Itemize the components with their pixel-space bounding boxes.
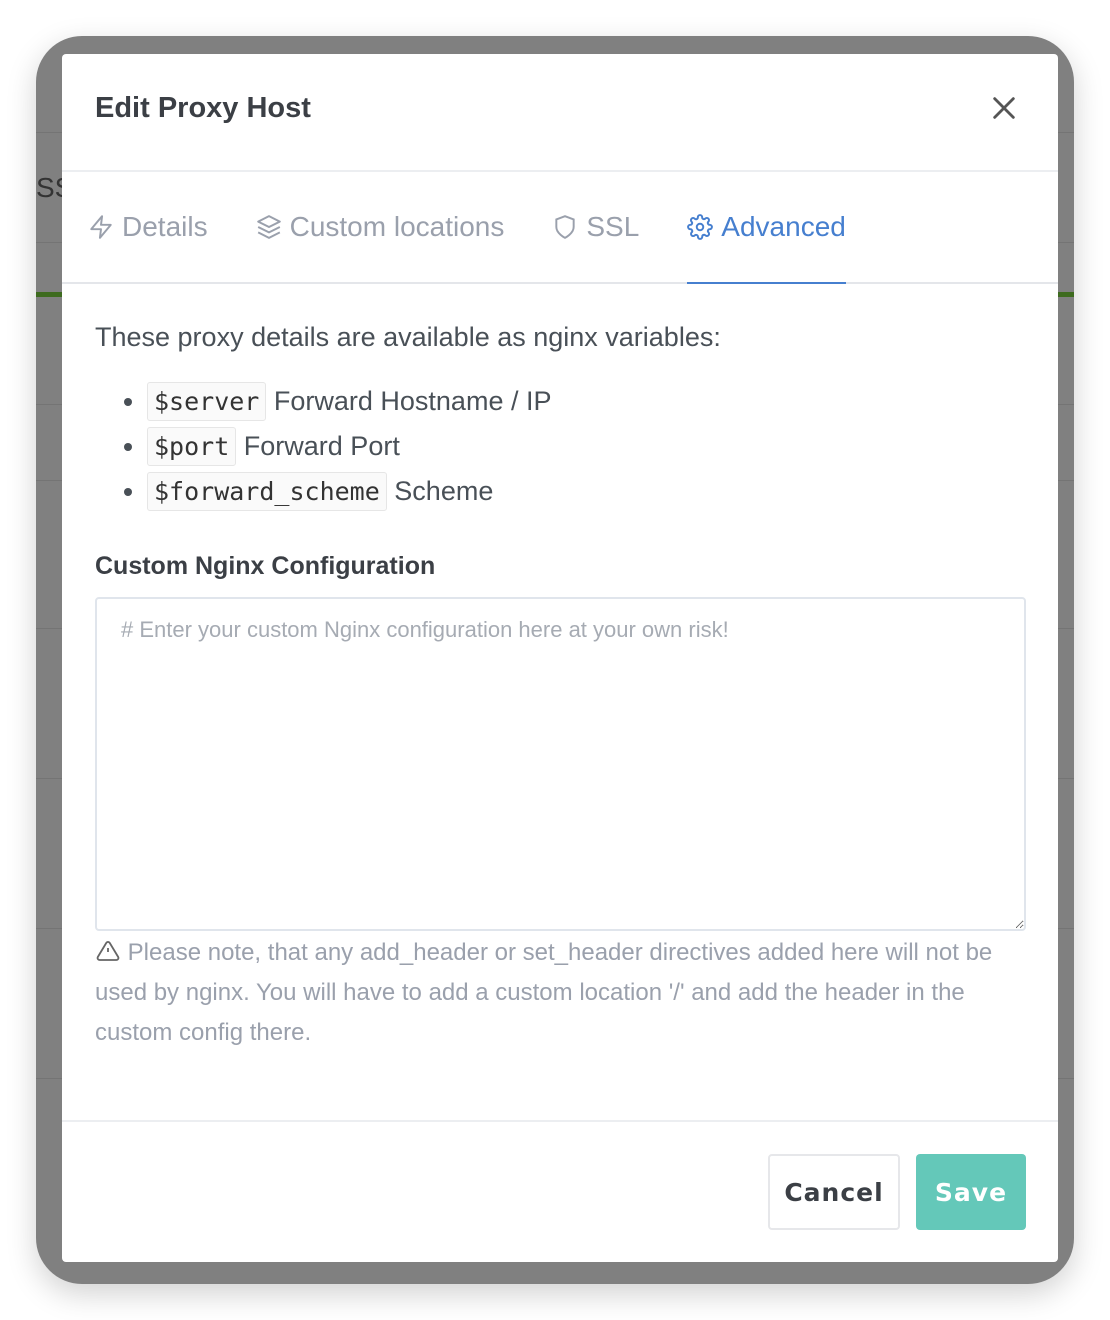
list-item: $port Forward Port xyxy=(147,424,1025,469)
variable-code: $server xyxy=(147,382,267,421)
variable-desc: Scheme xyxy=(394,476,494,506)
alert-triangle-icon xyxy=(96,941,120,961)
variable-code: $forward_scheme xyxy=(147,472,387,511)
variable-desc: Forward Hostname / IP xyxy=(273,386,552,416)
modal-header: Edit Proxy Host xyxy=(62,54,1058,172)
modal-footer: Cancel Save xyxy=(62,1120,1058,1262)
config-label: Custom Nginx Configuration xyxy=(95,552,436,580)
tab-label: SSL xyxy=(586,211,640,242)
intro-text: These proxy details are available as ngi… xyxy=(95,322,721,352)
cancel-button[interactable]: Cancel xyxy=(768,1154,900,1230)
layers-icon xyxy=(256,215,281,239)
tab-ssl[interactable]: SSL xyxy=(552,172,639,282)
tab-custom-locations[interactable]: Custom locations xyxy=(256,172,505,282)
tab-advanced[interactable]: Advanced xyxy=(687,172,846,284)
close-icon[interactable] xyxy=(990,94,1018,122)
settings-icon xyxy=(687,214,714,240)
edit-proxy-host-modal: Edit Proxy Host Details Custom locations… xyxy=(62,54,1058,1262)
tab-label: Custom locations xyxy=(289,211,505,242)
list-item: $server Forward Hostname / IP xyxy=(147,379,1025,424)
tab-label: Advanced xyxy=(721,211,846,242)
tab-bar: Details Custom locations SSL Advanced xyxy=(62,172,1058,284)
warning-note: Please note, that any add_header or set_… xyxy=(95,933,1025,1053)
modal-body: These proxy details are available as ngi… xyxy=(62,322,1058,1053)
custom-nginx-config-input[interactable] xyxy=(95,597,1026,931)
variables-list: $server Forward Hostname / IP $port Forw… xyxy=(95,379,1025,514)
shield-icon xyxy=(555,215,576,239)
modal-title: Edit Proxy Host xyxy=(95,92,311,124)
variable-desc: Forward Port xyxy=(243,431,400,461)
save-button[interactable]: Save xyxy=(916,1154,1026,1230)
zap-icon xyxy=(90,215,112,239)
note-text: Please note, that any add_header or set_… xyxy=(95,939,993,1046)
tab-label: Details xyxy=(122,211,208,242)
list-item: $forward_scheme Scheme xyxy=(147,469,1025,514)
variable-code: $port xyxy=(147,427,237,466)
tab-details[interactable]: Details xyxy=(88,172,208,282)
